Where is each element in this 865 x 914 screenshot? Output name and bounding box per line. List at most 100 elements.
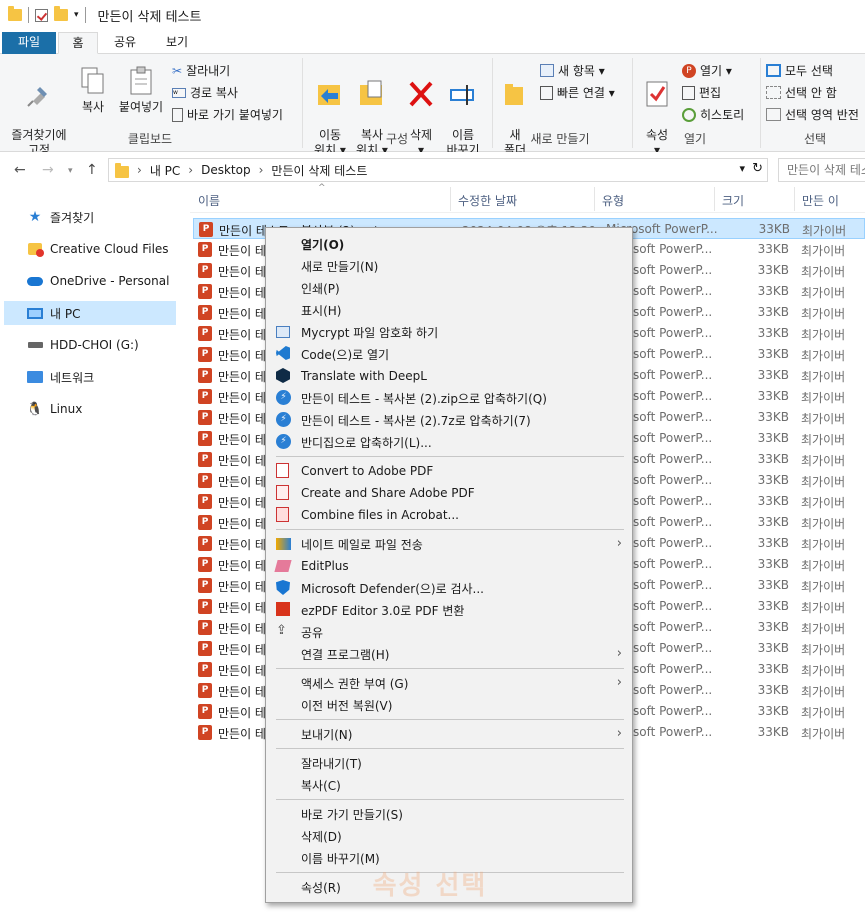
- menu-item[interactable]: 액세스 권한 부여 (G) ›: [266, 672, 632, 694]
- select-group-label: 선택: [803, 132, 827, 146]
- file-type: soft PowerP...: [633, 536, 713, 550]
- menu-item[interactable]: ⇪ 공유: [266, 621, 632, 643]
- menu-item[interactable]: EditPlus: [266, 555, 632, 577]
- file-author: 최가이버: [801, 580, 846, 594]
- address-bar[interactable]: › 내 PC › Desktop › 만든이 삭제 테스트 ▾ ↻: [108, 158, 768, 182]
- refresh-icon[interactable]: ↻: [752, 161, 763, 176]
- file-type: soft PowerP...: [633, 557, 713, 571]
- paste-button[interactable]: 붙여넣기: [116, 66, 166, 115]
- file-author: 최가이버: [801, 685, 846, 699]
- submenu-arrow-icon: ›: [616, 726, 622, 741]
- file-author: 최가이버: [801, 559, 846, 573]
- menu-item[interactable]: 인쇄(P): [266, 277, 632, 299]
- menu-item[interactable]: 열기(O): [266, 233, 632, 255]
- menu-item[interactable]: Create and Share Adobe PDF: [266, 482, 632, 504]
- history-button[interactable]: 히스토리: [682, 106, 744, 123]
- tab-share[interactable]: 공유: [100, 32, 150, 54]
- sidebar-item[interactable]: Creative Cloud Files: [4, 237, 176, 261]
- column-author[interactable]: 만든 이: [802, 192, 839, 212]
- menu-item[interactable]: 연결 프로그램(H) ›: [266, 643, 632, 665]
- up-arrow-icon[interactable]: ↑: [86, 162, 98, 178]
- file-type: soft PowerP...: [633, 242, 713, 256]
- menu-item[interactable]: Mycrypt 파일 암호화 하기: [266, 321, 632, 343]
- menu-item-label: 만든이 테스트 - 복사본 (2).7z로 압축하기(7): [301, 413, 531, 428]
- pptx-file-icon: P: [198, 347, 212, 362]
- pptx-file-icon: P: [198, 389, 212, 404]
- sidebar-item[interactable]: 내 PC: [4, 301, 176, 325]
- menu-item[interactable]: 복사(C): [266, 774, 632, 796]
- sidebar-item[interactable]: OneDrive - Personal: [4, 269, 176, 293]
- copy-path-button[interactable]: w 경로 복사: [172, 84, 238, 101]
- file-size: 33KB: [757, 494, 789, 508]
- file-name: 만든이 테: [218, 454, 266, 468]
- pin-quick-access-button[interactable]: 즐겨찾기에 고정: [6, 66, 72, 158]
- menu-item-label: 복사(C): [301, 778, 341, 793]
- file-author: 최가이버: [801, 433, 846, 447]
- pptx-file-icon: P: [198, 620, 212, 635]
- file-size: 33KB: [757, 326, 789, 340]
- tab-file[interactable]: 파일: [2, 32, 56, 54]
- breadcrumb-current-folder[interactable]: 만든이 삭제 테스트: [271, 162, 367, 179]
- menu-item[interactable]: ⚡ 만든이 테스트 - 복사본 (2).zip으로 압축하기(Q): [266, 387, 632, 409]
- cut-button[interactable]: ✂ 잘라내기: [172, 62, 230, 79]
- paste-shortcut-button[interactable]: 바로 가기 붙여넣기: [172, 106, 283, 123]
- edit-button[interactable]: 편집: [682, 84, 721, 101]
- select-all-button[interactable]: 모두 선택: [766, 62, 833, 79]
- menu-item[interactable]: 표시(H): [266, 299, 632, 321]
- menu-item[interactable]: 이전 버전 복원(V): [266, 694, 632, 716]
- column-date-modified[interactable]: 수정한 날짜: [458, 192, 517, 212]
- sidebar-item[interactable]: HDD-CHOI (G:): [4, 333, 176, 357]
- menu-item[interactable]: Microsoft Defender(으)로 검사...: [266, 577, 632, 599]
- new-folder-quick-icon[interactable]: [54, 6, 68, 21]
- breadcrumb-this-pc[interactable]: 내 PC: [150, 162, 180, 179]
- easy-access-button[interactable]: 빠른 연결 ▾: [540, 84, 615, 101]
- new-item-button[interactable]: 새 항목 ▾: [540, 62, 605, 79]
- menu-item[interactable]: Combine files in Acrobat...: [266, 504, 632, 526]
- quick-access-dropdown-icon[interactable]: ▾: [74, 10, 79, 20]
- rename-button[interactable]: 이름 바꾸기: [442, 64, 484, 158]
- menu-item[interactable]: 네이트 메일로 파일 전송 ›: [266, 533, 632, 555]
- open-button[interactable]: P 열기 ▾: [682, 62, 732, 79]
- menu-item-label: Convert to Adobe PDF: [301, 464, 434, 478]
- move-to-icon: [318, 85, 340, 105]
- file-type: soft PowerP...: [633, 452, 713, 466]
- tab-view[interactable]: 보기: [152, 32, 202, 54]
- menu-item[interactable]: 새로 만들기(N): [266, 255, 632, 277]
- menu-item[interactable]: 바로 가기 만들기(S): [266, 803, 632, 825]
- column-name[interactable]: 이름: [198, 192, 220, 212]
- menu-item[interactable]: 삭제(D): [266, 825, 632, 847]
- menu-item[interactable]: ⚡ 반디집으로 압축하기(L)...: [266, 431, 632, 453]
- file-name: 만든이 테: [218, 475, 266, 489]
- column-size[interactable]: 크기: [722, 192, 744, 212]
- invert-selection-button[interactable]: 선택 영역 반전: [766, 106, 859, 123]
- column-type[interactable]: 유형: [602, 192, 624, 212]
- menu-item[interactable]: 보내기(N) ›: [266, 723, 632, 745]
- menu-item[interactable]: Convert to Adobe PDF: [266, 460, 632, 482]
- menu-item[interactable]: Code(으)로 열기: [266, 343, 632, 365]
- recent-locations-icon[interactable]: ▾: [68, 166, 73, 176]
- file-size: 33KB: [757, 452, 789, 466]
- file-type: soft PowerP...: [633, 494, 713, 508]
- menu-item[interactable]: ezPDF Editor 3.0로 PDF 변환: [266, 599, 632, 621]
- copy-button[interactable]: 복사: [76, 66, 110, 115]
- new-folder-icon: [505, 84, 523, 105]
- select-none-button[interactable]: 선택 안 함: [766, 84, 837, 101]
- menu-item[interactable]: 잘라내기(T): [266, 752, 632, 774]
- sidebar-item[interactable]: 네트워크: [4, 365, 176, 389]
- menu-item[interactable]: Translate with DeepL: [266, 365, 632, 387]
- properties-quick-icon[interactable]: [35, 8, 48, 22]
- sidebar-item[interactable]: 🐧 Linux: [4, 397, 176, 421]
- menu-item[interactable]: ⚡ 만든이 테스트 - 복사본 (2).7z로 압축하기(7): [266, 409, 632, 431]
- search-input[interactable]: 만든이 삭제 테스트 검색: [778, 158, 865, 182]
- file-type: soft PowerP...: [633, 578, 713, 592]
- file-name: 만든이 테: [218, 433, 266, 447]
- breadcrumb-desktop[interactable]: Desktop: [201, 163, 251, 177]
- forward-arrow-icon[interactable]: →: [42, 162, 54, 178]
- back-arrow-icon[interactable]: ←: [14, 162, 26, 178]
- move-to-button[interactable]: 이동 위치 ▾: [308, 64, 352, 158]
- tab-home[interactable]: 홈: [58, 32, 98, 54]
- menu-item-label: 공유: [301, 625, 324, 640]
- defender-icon: [276, 580, 292, 596]
- sidebar-item[interactable]: ★ 즐겨찾기: [4, 205, 176, 229]
- address-dropdown-icon[interactable]: ▾: [739, 162, 745, 175]
